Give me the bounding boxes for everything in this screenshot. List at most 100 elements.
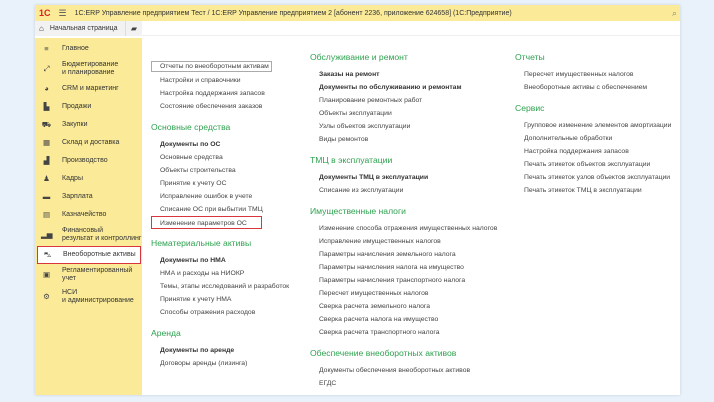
nav-link[interactable]: Дополнительные обработки bbox=[515, 132, 671, 145]
sidebar-item[interactable]: ▣ Регламентированный учет bbox=[35, 264, 142, 286]
section-heading: Аренда bbox=[151, 328, 181, 338]
sidebar-item[interactable]: ▟ Производство bbox=[35, 152, 142, 170]
section-heading: Имущественные налоги bbox=[310, 206, 406, 216]
nav-link[interactable]: Настройки и справочники bbox=[151, 74, 289, 87]
1c-logo: 1С bbox=[39, 8, 51, 18]
sidebar-item-label: Производство bbox=[62, 156, 108, 164]
window-title: 1С:ERP Управление предприятием Тест / 1С… bbox=[74, 9, 512, 17]
bar-chart-icon: ▂▅ bbox=[41, 229, 53, 239]
sidebar-item-label: Главное bbox=[62, 44, 89, 52]
sidebar-item-label: Зарплата bbox=[62, 192, 93, 200]
section-heading: Нематериальные активы bbox=[151, 238, 252, 248]
column: Обслуживание и ремонт Заказы на ремонт Док… bbox=[310, 52, 497, 390]
section-heading: ТМЦ в эксплуатации bbox=[310, 155, 393, 165]
lock-icon: ▣ bbox=[42, 269, 51, 279]
nav-link[interactable]: Основные средства bbox=[151, 151, 289, 164]
nav-link[interactable]: Списание ОС при выбытии ТМЦ bbox=[151, 203, 289, 216]
nav-link[interactable]: Принятие к учету НМА bbox=[151, 293, 289, 306]
nav-link[interactable]: Объекты строительства bbox=[151, 164, 289, 177]
sidebar-item[interactable]: ⛍ Внеоборотные активы bbox=[37, 246, 141, 264]
cart-icon: ⛟ bbox=[41, 119, 52, 129]
sidebar-item[interactable]: ▙ Продажи bbox=[35, 98, 142, 116]
nav-link[interactable]: Печать этикеток узлов объектов эксплуата… bbox=[515, 171, 671, 184]
sidebar-item-label: Внеоборотные активы bbox=[63, 250, 136, 258]
sidebar-item[interactable]: ⛟ Закупки bbox=[35, 116, 142, 134]
sidebar-item-label: Кадры bbox=[62, 174, 83, 182]
pie-icon: ◕ bbox=[44, 83, 49, 93]
sidebar-item-label: Продажи bbox=[62, 102, 92, 110]
sidebar-item-label: Склад и доставка bbox=[62, 138, 120, 146]
sidebar-item[interactable]: ♟ Кадры bbox=[35, 170, 142, 188]
main-menu-icon[interactable]: ☰ bbox=[59, 8, 67, 19]
nav-link[interactable]: Пересчет имущественных налогов bbox=[310, 287, 497, 300]
nav-link[interactable]: Сверка расчета земельного налога bbox=[310, 300, 497, 313]
nav-link[interactable]: Изменение способа отражения имущественны… bbox=[310, 222, 497, 235]
nav-link[interactable]: Настройка поддержания запасов bbox=[151, 87, 289, 100]
sidebar-item[interactable]: ⚙ НСИ и администрирование bbox=[35, 286, 142, 308]
nav-link[interactable]: Списание из эксплуатации bbox=[310, 184, 497, 197]
sidebar-item-label: НСИ и администрирование bbox=[62, 288, 134, 305]
sidebar-item-label: Финансовый результат и контроллинг bbox=[62, 226, 142, 243]
factory-icon: ▟ bbox=[43, 155, 50, 165]
sidebar-item[interactable]: ▬ Зарплата bbox=[35, 188, 142, 206]
sidebar-item[interactable]: ≡ Главное bbox=[35, 40, 142, 58]
sidebar-item[interactable]: ▦ Склад и доставка bbox=[35, 134, 142, 152]
nav-link[interactable]: Изменение параметров ОС bbox=[151, 216, 262, 229]
discussions-icon[interactable]: ▰ bbox=[125, 20, 142, 36]
section-content: Отчеты по внеоборотным активам Настройки … bbox=[143, 38, 680, 395]
nav-link[interactable]: Договоры аренды (лизинга) bbox=[151, 357, 289, 370]
nav-link[interactable]: Параметры начисления транспортного налог… bbox=[310, 274, 497, 287]
title-bar: 1С ☰ 1С:ERP Управление предприятием Тест… bbox=[35, 5, 680, 21]
sidebar-item[interactable]: ◕ CRM и маркетинг bbox=[35, 80, 142, 98]
nav-link[interactable]: Документы ТМЦ в эксплуатации bbox=[310, 171, 497, 184]
nav-link[interactable]: Документы по НМА bbox=[151, 254, 289, 267]
nav-link[interactable]: Групповое изменение элементов амортизаци… bbox=[515, 119, 671, 132]
nav-link[interactable]: Документы по аренде bbox=[151, 344, 289, 357]
card-icon: ▬ bbox=[42, 191, 51, 201]
tab-home-label: Начальная страница bbox=[49, 24, 118, 32]
nav-link[interactable]: Пересчет имущественных налогов bbox=[515, 68, 671, 81]
nav-link[interactable]: Объекты эксплуатации bbox=[310, 107, 497, 120]
sidebar-item[interactable]: ▤ Казначейство bbox=[35, 206, 142, 224]
nav-link[interactable]: Виды ремонтов bbox=[310, 133, 497, 146]
column: Отчеты по внеоборотным активам Настройки … bbox=[151, 55, 289, 370]
nav-link[interactable]: Сверка расчета транспортного налога bbox=[310, 326, 497, 339]
sidebar-item-label: Бюджетирование и планирование bbox=[62, 60, 119, 77]
section-heading: Отчеты bbox=[515, 52, 545, 62]
car-icon: ⛍ bbox=[43, 249, 52, 259]
nav-link[interactable]: Состояние обеспечения заказов bbox=[151, 100, 289, 113]
nav-link[interactable]: Принятие к учету ОС bbox=[151, 177, 289, 190]
nav-link[interactable]: Документы обеспечения внеоборотных актив… bbox=[310, 364, 497, 377]
person-icon: ♟ bbox=[43, 173, 50, 183]
nav-link[interactable]: Документы по обслуживанию и ремонтам bbox=[310, 81, 497, 94]
nav-link[interactable]: Исправление имущественных налогов bbox=[310, 235, 497, 248]
nav-link[interactable]: Узлы объектов эксплуатации bbox=[310, 120, 497, 133]
nav-link[interactable]: Печать этикеток объектов эксплуатации bbox=[515, 158, 671, 171]
sidebar-item[interactable]: ▂▅ Финансовый результат и контроллинг bbox=[35, 224, 142, 246]
grid-icon: ▦ bbox=[42, 137, 51, 147]
nav-link[interactable]: Сверка расчета налога на имущество bbox=[310, 313, 497, 326]
section-heading: Обслуживание и ремонт bbox=[310, 52, 408, 62]
nav-link[interactable]: Параметры начисления налога на имущество bbox=[310, 261, 497, 274]
menu-icon: ≡ bbox=[44, 43, 49, 53]
search-icon[interactable]: ⌕ bbox=[672, 8, 677, 19]
nav-link[interactable]: Печать этикеток ТМЦ в эксплуатации bbox=[515, 184, 671, 197]
sidebar-item[interactable]: ⤢ Бюджетирование и планирование bbox=[35, 58, 142, 80]
nav-link[interactable]: Параметры начисления земельного налога bbox=[310, 248, 497, 261]
nav-link[interactable]: Способы отражения расходов bbox=[151, 306, 289, 319]
nav-link[interactable]: Документы по ОС bbox=[151, 138, 289, 151]
gear-icon: ⚙ bbox=[43, 291, 50, 301]
nav-link[interactable]: Исправление ошибок в учете bbox=[151, 190, 289, 203]
sidebar-item-label: Закупки bbox=[62, 120, 88, 128]
nav-link[interactable]: Внеоборотные активы с обеспечением bbox=[515, 81, 671, 94]
sidebar: ≡ Главное ⤢ Бюджетирование и планирование ◕ C… bbox=[35, 38, 142, 395]
nav-link[interactable]: Отчеты по внеоборотным активам bbox=[151, 61, 272, 72]
nav-link[interactable]: Темы, этапы исследований и разработок bbox=[151, 280, 289, 293]
nav-link[interactable]: Настройка поддержания запасов bbox=[515, 145, 671, 158]
nav-link[interactable]: Заказы на ремонт bbox=[310, 68, 497, 81]
nav-link[interactable]: НМА и расходы на НИОКР bbox=[151, 267, 289, 280]
tab-home[interactable]: ⌂ Начальная страница bbox=[35, 20, 125, 36]
nav-link[interactable]: Планирование ремонтных работ bbox=[310, 94, 497, 107]
nav-link[interactable]: ЕГДС bbox=[310, 377, 497, 390]
section-heading: Обеспечение внеоборотных активов bbox=[310, 348, 457, 358]
